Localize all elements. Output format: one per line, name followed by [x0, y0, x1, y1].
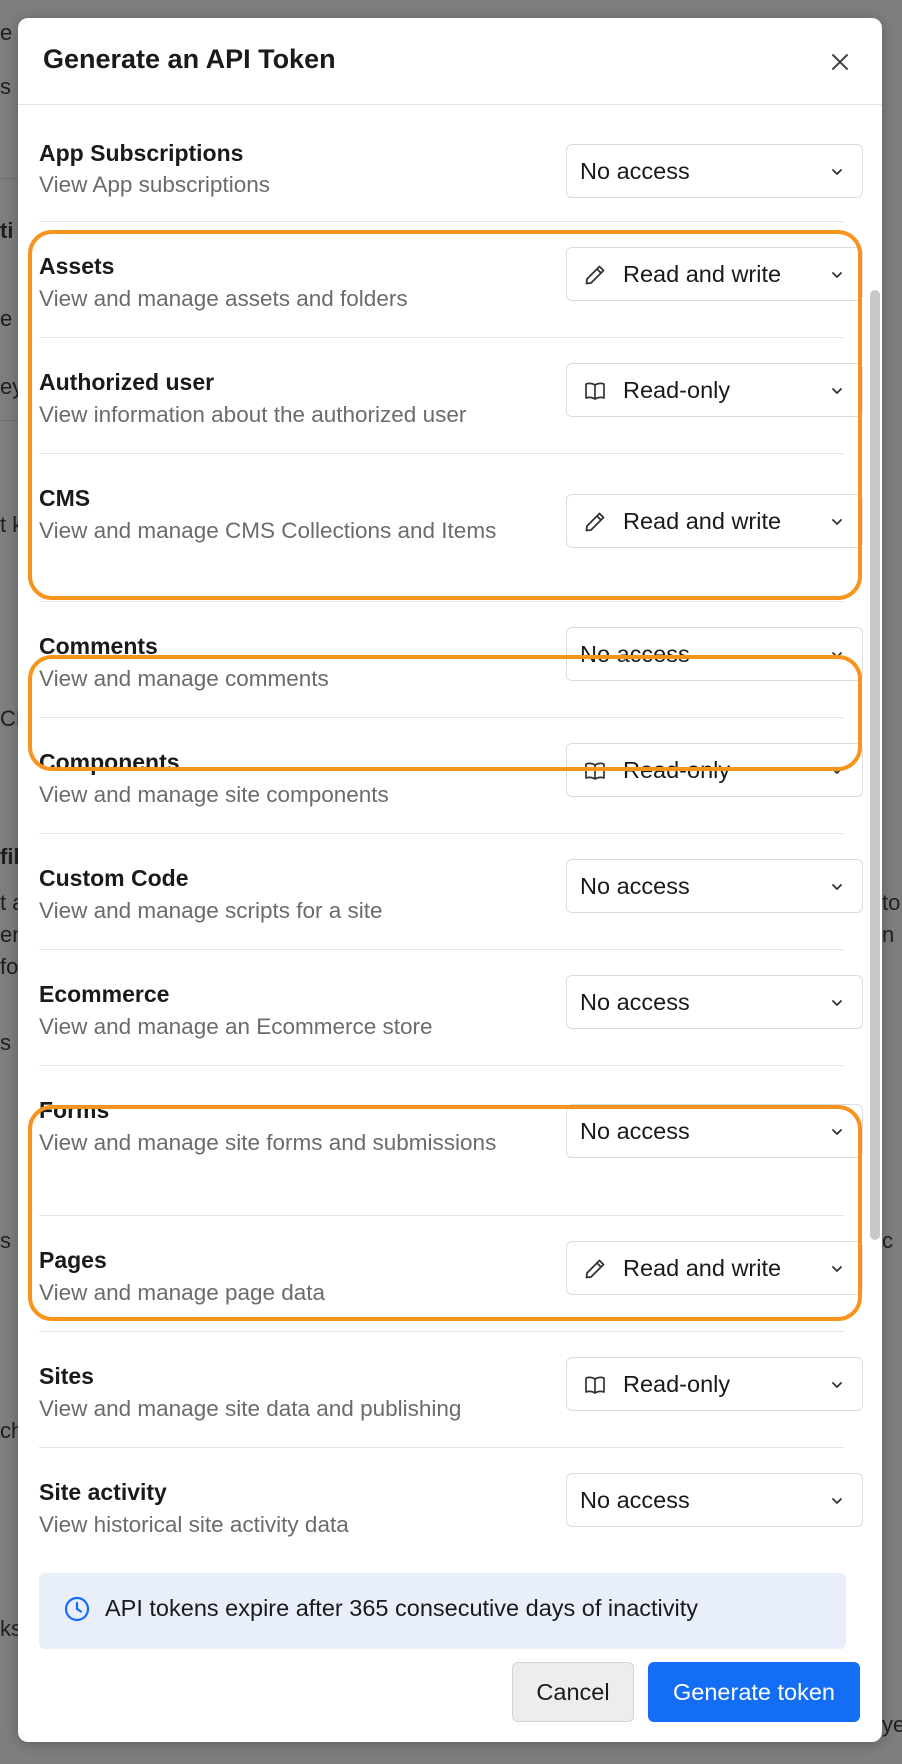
permission-row: Sites View and manage site data and publi… [39, 1331, 863, 1448]
permission-description: View and manage site forms and submissio… [39, 1130, 497, 1155]
access-level-value: Read-only [623, 377, 731, 403]
chevron-down-icon [832, 272, 842, 278]
permission-row: Authorized user View information about th… [39, 337, 863, 454]
permission-description: View and manage comments [39, 666, 329, 691]
permission-name: Sites [39, 1363, 94, 1389]
access-level-value: No access [580, 1118, 690, 1144]
access-level-select[interactable]: No access [566, 144, 863, 198]
modal-title: Generate an API Token [43, 44, 336, 74]
permission-row: CMS View and manage CMS Collections and I… [39, 453, 863, 602]
permission-row: Pages View and manage page data Read and w… [39, 1215, 863, 1332]
chevron-down-icon [832, 1266, 842, 1272]
access-level-select[interactable]: No access [566, 627, 863, 681]
chevron-down-icon [832, 884, 842, 890]
permission-name: Assets [39, 253, 115, 279]
pencil-icon [585, 1259, 605, 1279]
chevron-down-icon [832, 388, 842, 394]
permission-name: App Subscriptions [39, 140, 244, 166]
access-level-select[interactable]: Read and write [566, 247, 863, 301]
access-level-value: Read and write [623, 1255, 782, 1281]
api-token-modal: Generate an API Token App Subscriptions V… [18, 18, 882, 1742]
access-level-value: Read-only [623, 757, 731, 783]
chevron-down-icon [832, 1000, 842, 1006]
access-level-select[interactable]: No access [566, 975, 863, 1029]
permission-description: View App subscriptions [39, 172, 270, 197]
close-button[interactable] [820, 42, 860, 82]
access-level-value: No access [580, 989, 690, 1015]
generate-token-button[interactable]: Generate token [648, 1662, 860, 1722]
close-icon [832, 54, 848, 70]
access-level-value: No access [580, 873, 690, 899]
pencil-icon [585, 512, 605, 532]
scrollbar-thumb[interactable] [870, 290, 880, 1240]
access-level-value: No access [580, 1487, 690, 1513]
access-level-value: Read-only [623, 1371, 731, 1397]
permission-description: View and manage an Ecommerce store [39, 1014, 433, 1039]
access-level-value: Read and write [623, 261, 782, 287]
permission-description: View and manage page data [39, 1280, 326, 1305]
permission-name: Site activity [39, 1479, 167, 1505]
permission-description: View historical site activity data [39, 1512, 349, 1537]
permission-name: Components [39, 749, 180, 775]
book-icon [585, 382, 605, 400]
permission-description: View information about the authorized us… [39, 402, 467, 427]
permission-row: Custom Code View and manage scripts for a… [39, 833, 863, 950]
permission-description: View and manage site data and publishing [39, 1396, 462, 1421]
permission-row: Site activity View historical site activi… [39, 1447, 863, 1563]
clock-icon [64, 1596, 90, 1622]
access-level-select[interactable]: No access [566, 859, 863, 913]
permission-row: App Subscriptions View App subscriptions N… [39, 105, 863, 222]
permission-row: Forms View and manage site forms and subm… [39, 1065, 863, 1216]
permission-name: Custom Code [39, 865, 189, 891]
permission-row: Comments View and manage comments No acces… [39, 601, 863, 718]
info-text: API tokens expire after 365 consecutive … [105, 1595, 699, 1621]
permission-name: Comments [39, 633, 158, 659]
chevron-down-icon [832, 652, 842, 658]
permission-name: Authorized user [39, 369, 215, 395]
cancel-button[interactable]: Cancel [512, 1662, 634, 1722]
access-level-select[interactable]: Read and write [566, 1241, 863, 1295]
book-icon [585, 1376, 605, 1394]
permission-name: Forms [39, 1097, 110, 1123]
pencil-icon [585, 265, 605, 285]
chevron-down-icon [832, 1129, 842, 1135]
chevron-down-icon [832, 1382, 842, 1388]
access-level-value: Read and write [623, 508, 782, 534]
permission-description: View and manage site components [39, 782, 389, 807]
chevron-down-icon [832, 768, 842, 774]
access-level-value: No access [580, 158, 690, 184]
modal-header: Generate an API Token [18, 18, 882, 105]
permission-description: View and manage assets and folders [39, 286, 408, 311]
permission-name: Pages [39, 1247, 107, 1273]
info-banner: API tokens expire after 365 consecutive … [39, 1573, 846, 1649]
permission-name: CMS [39, 485, 91, 511]
access-level-select[interactable]: Read and write [566, 494, 863, 548]
permission-row: Assets View and manage assets and folders… [39, 221, 863, 338]
chevron-down-icon [832, 169, 842, 175]
access-level-select[interactable]: No access [566, 1104, 863, 1158]
access-level-select[interactable]: No access [566, 1473, 863, 1527]
permission-description: View and manage CMS Collections and Item… [39, 518, 497, 543]
access-level-select[interactable]: Read-only [566, 363, 863, 417]
chevron-down-icon [832, 519, 842, 525]
access-level-select[interactable]: Read-only [566, 743, 863, 797]
book-icon [585, 762, 605, 780]
access-level-value: No access [580, 641, 690, 667]
permission-name: Ecommerce [39, 981, 170, 1007]
chevron-down-icon [832, 1498, 842, 1504]
permission-description: View and manage scripts for a site [39, 898, 383, 923]
permission-row: Components View and manage site component… [39, 717, 863, 834]
access-level-select[interactable]: Read-only [566, 1357, 863, 1411]
permissions-list[interactable]: App Subscriptions View App subscriptions N… [18, 105, 882, 1575]
permission-row: Ecommerce View and manage an Ecommerce st… [39, 949, 863, 1066]
